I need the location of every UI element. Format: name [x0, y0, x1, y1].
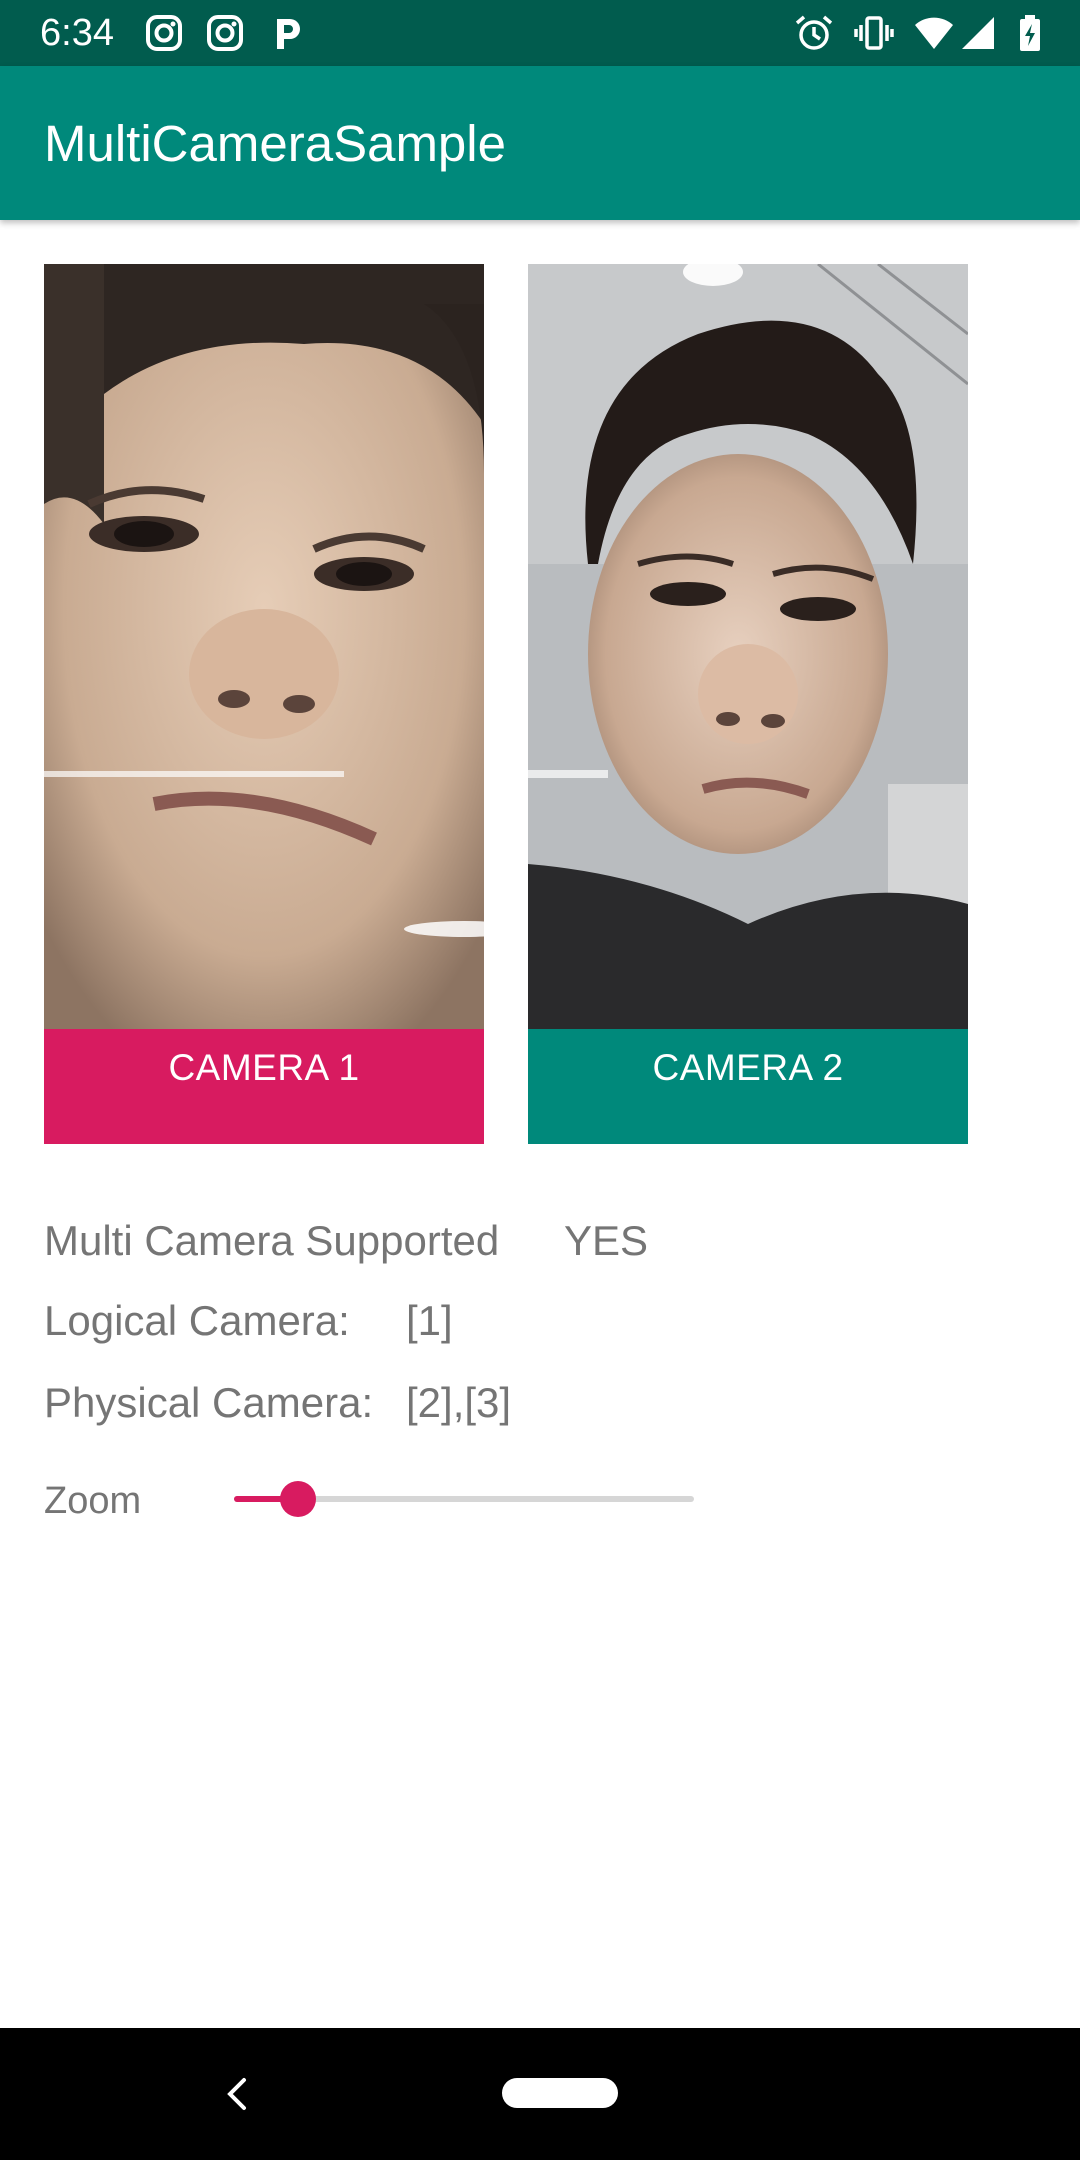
app-bar: MultiCameraSample [0, 66, 1080, 220]
zoom-slider-thumb[interactable] [280, 1481, 317, 1517]
physical-camera-value: [2],[3] [406, 1379, 512, 1426]
camera-2-preview [528, 264, 968, 1029]
signal-icon [962, 17, 994, 49]
instagram-icon [146, 15, 182, 51]
status-time: 6:34 [40, 12, 114, 54]
camera-2-label-bar: CAMERA 2 [528, 1029, 968, 1144]
camera-1-face-image [44, 264, 484, 1029]
camera-2-face-image [528, 264, 968, 1029]
physical-camera-label: Physical Camera: [44, 1379, 374, 1426]
pandora-icon [277, 19, 300, 49]
zoom-slider[interactable] [234, 1481, 694, 1517]
alarm-icon [795, 15, 833, 50]
instagram-icon [207, 15, 243, 51]
camera-2-panel: CAMERA 2 [528, 264, 968, 1144]
camera-2-label: CAMERA 2 [652, 1047, 844, 1088]
wifi-icon [915, 17, 953, 49]
logical-camera-value: [1] [406, 1297, 453, 1344]
logical-camera-label: Logical Camera: [44, 1297, 350, 1344]
multi-camera-supported-value: YES [564, 1217, 649, 1264]
zoom-label: Zoom [44, 1480, 142, 1522]
navigation-bar [0, 2028, 1080, 2160]
back-icon[interactable] [218, 2074, 258, 2114]
home-button[interactable] [502, 2078, 618, 2108]
vibrate-icon [854, 16, 894, 50]
camera-1-preview [44, 264, 484, 1029]
app-title: MultiCameraSample [44, 115, 506, 172]
multi-camera-supported-label: Multi Camera Supported [44, 1217, 500, 1264]
battery-icon [1020, 15, 1040, 51]
camera-1-label-bar: CAMERA 1 [44, 1029, 484, 1144]
camera-1-label: CAMERA 1 [168, 1047, 360, 1088]
status-bar: 6:34 [0, 0, 1080, 66]
camera-1-panel: CAMERA 1 [44, 264, 484, 1144]
